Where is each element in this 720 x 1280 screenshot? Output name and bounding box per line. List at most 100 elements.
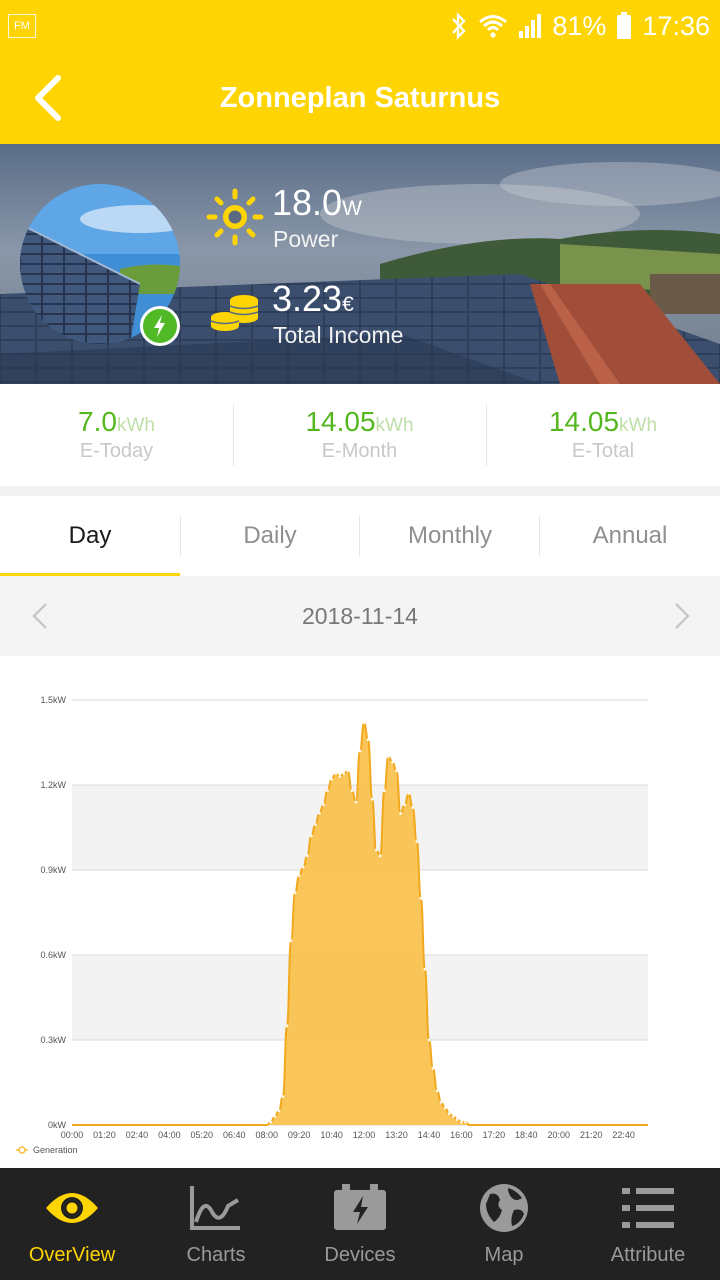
generation-point [281, 1095, 285, 1099]
generation-point [374, 848, 378, 852]
generation-point [423, 967, 427, 971]
nav-attribute[interactable]: Attribute [576, 1168, 720, 1280]
generation-point [399, 811, 402, 815]
generation-point [455, 1117, 459, 1121]
nav-label: Devices [324, 1244, 396, 1266]
nav-label: Attribute [610, 1244, 686, 1266]
generation-point [447, 1112, 451, 1116]
generation-point [362, 721, 366, 725]
generation-point [386, 755, 390, 759]
nav-devices[interactable]: Devices [288, 1168, 432, 1280]
nav-overview[interactable]: OverView [0, 1168, 144, 1280]
x-tick-label: 13:20 [385, 1130, 408, 1140]
generation-point [435, 1089, 439, 1093]
generation-point [338, 775, 342, 778]
generation-point [403, 803, 407, 807]
x-tick-label: 22:40 [612, 1130, 635, 1140]
generation-point [411, 806, 415, 810]
generation-point [305, 854, 309, 858]
generation-point [451, 1115, 455, 1118]
generation-point [354, 800, 358, 804]
x-tick-label: 10:40 [320, 1130, 343, 1140]
app-header: Zonneplan Saturnus [0, 52, 720, 144]
x-tick-label: 16:00 [450, 1130, 473, 1140]
generation-point [277, 1109, 281, 1113]
nav-map[interactable]: Map [432, 1168, 576, 1280]
signal-icon [519, 14, 542, 38]
generation-point [273, 1115, 277, 1118]
y-tick-label: 0.3kW [40, 1035, 66, 1045]
battery-icon [617, 12, 632, 39]
tab-monthly[interactable]: Monthly [360, 496, 540, 576]
generation-point [407, 792, 411, 795]
battery-bolt-icon [334, 1184, 386, 1230]
section-divider [0, 486, 720, 496]
sun-icon [206, 188, 264, 246]
generation-point [460, 1120, 463, 1124]
generation-point [330, 777, 334, 781]
line-chart-icon [190, 1186, 240, 1230]
generation-point [334, 772, 338, 776]
stat-e-total: 14.05kWh E-Total [548, 406, 658, 462]
generation-point [415, 840, 419, 844]
x-tick-label: 17:20 [483, 1130, 506, 1140]
generation-point [346, 769, 350, 773]
generation-point [297, 874, 301, 878]
generation-area [72, 722, 648, 1125]
y-tick-label: 0.9kW [40, 865, 66, 875]
generation-point [378, 854, 382, 858]
nav-label: Charts [186, 1244, 246, 1266]
generation-point [309, 834, 313, 838]
y-tick-label: 1.5kW [40, 695, 66, 705]
date-navigator: 2018-11-14 [0, 576, 720, 656]
generation-point [427, 1038, 431, 1042]
y-tick-label: 0.6kW [40, 950, 66, 960]
generation-point [313, 823, 317, 827]
chevron-left-icon[interactable] [26, 600, 56, 632]
wifi-icon [479, 15, 508, 38]
legend-label: Generation [33, 1145, 78, 1155]
generation-point [391, 760, 394, 764]
generation-point [382, 789, 386, 793]
nav-charts[interactable]: Charts [144, 1168, 288, 1280]
x-tick-label: 04:00 [158, 1130, 181, 1140]
stat-e-today: 7.0kWh E-Today [78, 406, 155, 462]
coins-icon [210, 295, 259, 331]
generation-point [443, 1106, 447, 1110]
generation-point [301, 865, 305, 869]
back-arrow-icon [35, 75, 61, 121]
bluetooth-icon [452, 12, 467, 40]
generation-point [439, 1100, 443, 1104]
current-date[interactable]: 2018-11-14 [0, 576, 720, 656]
list-icon [622, 1188, 674, 1228]
generation-point [318, 811, 321, 815]
battery-percent: 81% [552, 10, 607, 41]
stat-e-month: 14.05kWh E-Month [305, 406, 414, 462]
tab-daily[interactable]: Daily [180, 496, 360, 576]
generation-point [342, 772, 346, 776]
generation-chart: 0kW 0.3kW 0.6kW 0.9kW 1.2kW 1.5kW 00:00 01:20 02… [0, 656, 720, 1168]
power-label: Power [273, 226, 339, 252]
chevron-right-icon[interactable] [666, 600, 696, 632]
lightning-icon [154, 315, 165, 337]
x-tick-label: 02:40 [126, 1130, 149, 1140]
x-tick-label: 01:20 [93, 1130, 116, 1140]
y-tick-label: 0kW [48, 1120, 67, 1130]
generation-point [293, 891, 297, 895]
generation-point [350, 789, 354, 793]
x-tick-label: 14:40 [418, 1130, 441, 1140]
x-tick-label: 18:40 [515, 1130, 538, 1140]
legend-marker [18, 1146, 26, 1154]
x-tick-label: 20:00 [547, 1130, 570, 1140]
online-status-badge [140, 306, 180, 346]
page-title: Zonneplan Saturnus [219, 82, 501, 114]
x-tick-label: 08:00 [255, 1130, 278, 1140]
chart-canvas: 0kW 0.3kW 0.6kW 0.9kW 1.2kW 1.5kW 00:00 01:20 02… [16, 695, 648, 1155]
tab-annual[interactable]: Annual [540, 496, 720, 576]
x-tick-label: 06:40 [223, 1130, 246, 1140]
bottom-navigation: OverView Charts Devices Map Attribute [0, 1168, 720, 1280]
nav-label: Map [484, 1244, 524, 1266]
back-button[interactable] [28, 70, 78, 126]
x-tick-label: 00:00 [61, 1130, 84, 1140]
tab-day[interactable]: Day [0, 496, 180, 576]
